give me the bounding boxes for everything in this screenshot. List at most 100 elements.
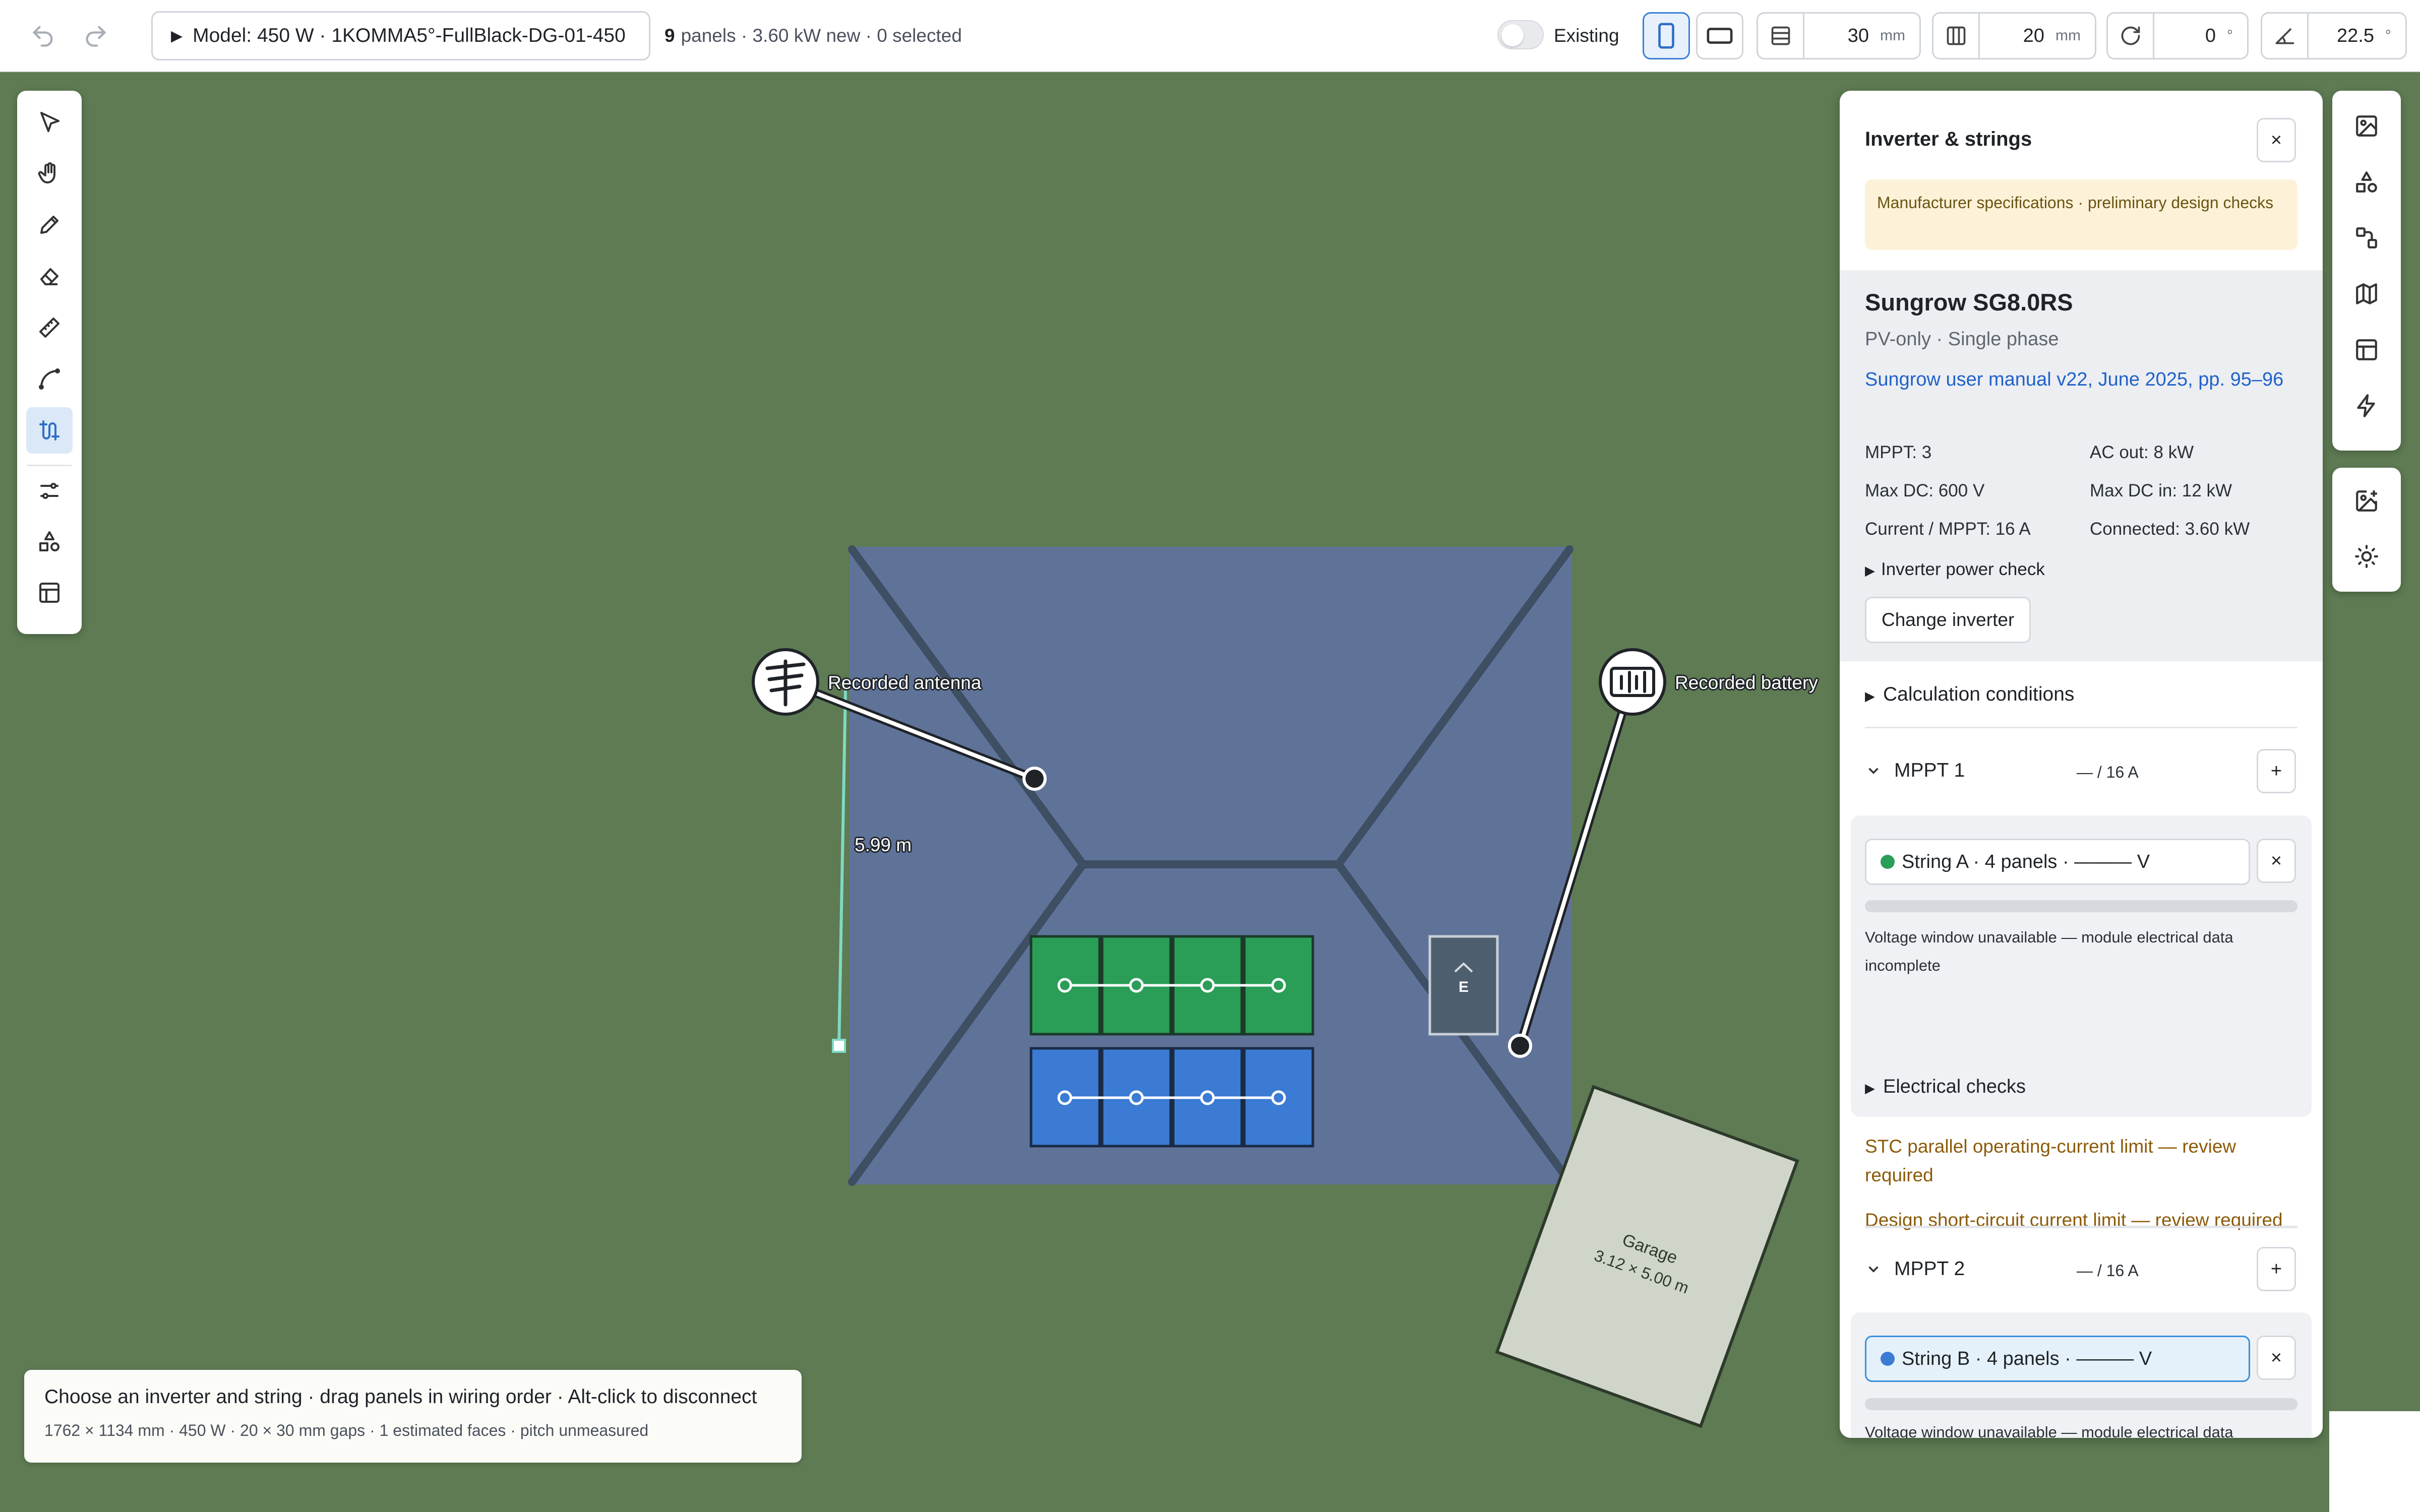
string-b-label: String B · 4 panels · ——— V — [1902, 1348, 2152, 1369]
inverter-power-check-toggle[interactable]: ▶ Inverter power check — [1865, 559, 2045, 580]
mppt2-header[interactable]: MPPT 2 — [1865, 1258, 1965, 1280]
right-rail-top — [2332, 91, 2401, 451]
wiring-tool-button[interactable] — [26, 407, 73, 454]
change-inverter-button[interactable]: Change inverter — [1865, 597, 2031, 643]
mppt2-current: — / 16 A — [2077, 1262, 2139, 1280]
hint-box: Choose an inverter and string · drag pan… — [24, 1370, 802, 1463]
close-panel-button[interactable]: × — [2257, 118, 2296, 162]
string-b-voltage-message: Voltage window unavailable — module elec… — [1865, 1423, 2233, 1438]
draw-tool-icon — [40, 216, 58, 234]
spec-max-dc: Max DC: 600 V — [1865, 481, 1985, 500]
eraser-tool-button[interactable] — [26, 253, 73, 299]
select-tool-button[interactable] — [26, 99, 73, 145]
inverter-manual-link[interactable]: Sungrow user manual v22, June 2025, pp. … — [1865, 365, 2298, 394]
inverter-subtitle: PV-only · Single phase — [1865, 329, 2059, 350]
battery-anchor[interactable] — [1508, 1034, 1532, 1058]
inverter-strings-panel: Inverter & strings × Manufacturer specif… — [1840, 91, 2323, 1438]
mppt1-header[interactable]: MPPT 1 — [1865, 760, 1965, 782]
caret-right-icon: ▶ — [1865, 563, 1875, 578]
sun-icon — [2355, 545, 2378, 568]
string-b-row[interactable]: String B · 4 panels · ——— V — [1865, 1336, 2250, 1382]
connections-button[interactable] — [2343, 215, 2390, 261]
spec-warning: Manufacturer specifications · preliminar… — [1865, 179, 2297, 250]
pan-tool-icon — [38, 162, 55, 184]
measure-tool-icon — [39, 318, 59, 338]
electrical-button[interactable] — [2343, 383, 2390, 429]
distance-label: 5.99 m — [855, 835, 912, 855]
spec-connected: Connected: 3.60 kW — [2090, 519, 2250, 539]
short-circuit-limit-warning: Design short-circuit current limit — rev… — [1865, 1210, 2283, 1230]
electrical-checks-toggle[interactable]: ▶ Electrical checks — [1865, 1076, 2026, 1098]
mppt2-divider — [1865, 1227, 2297, 1228]
string-b-remove-button[interactable]: × — [2257, 1336, 2296, 1380]
shapes-layer-button[interactable] — [2343, 159, 2390, 205]
wire-node — [1129, 1090, 1144, 1105]
electrical-checks-label: Electrical checks — [1883, 1076, 2026, 1097]
toolbar-divider — [27, 465, 72, 466]
wire-node — [1057, 1090, 1072, 1105]
string-a-voltage-message: Voltage window unavailable — module elec… — [1865, 928, 2233, 974]
layout-icon — [39, 583, 59, 603]
mppt1-add-string-button[interactable]: + — [2257, 749, 2296, 793]
calculation-conditions-label: Calculation conditions — [1883, 683, 2075, 705]
mppt2-add-string-button[interactable]: + — [2257, 1247, 2296, 1291]
spec-ac-out: AC out: 8 kW — [2090, 443, 2194, 462]
spec-max-dc-in: Max DC in: 12 kW — [2090, 481, 2232, 500]
hint-main-text: Choose an inverter and string · drag pan… — [44, 1386, 757, 1408]
sun-settings-button[interactable] — [2343, 533, 2390, 580]
calculation-conditions-toggle[interactable]: ▶ Calculation conditions — [1865, 683, 2074, 706]
stc-current-limit-warning: STC parallel operating-current limit — r… — [1865, 1136, 2236, 1185]
shapes-tool-button[interactable] — [26, 518, 73, 564]
layout-panel-button[interactable] — [2343, 327, 2390, 373]
adjust-tool-button[interactable] — [26, 468, 73, 514]
pan-tool-button[interactable] — [26, 150, 73, 197]
layout-tool-button[interactable] — [26, 570, 73, 616]
hint-sub-text: 1762 × 1134 mm · 450 W · 20 × 30 mm gaps… — [44, 1421, 649, 1439]
select-tool-icon — [40, 112, 59, 132]
corner-area — [2329, 1411, 2420, 1512]
string-b-voltage-bar — [1865, 1398, 2297, 1410]
measurement-line[interactable] — [837, 690, 847, 1046]
wire-node — [1129, 978, 1144, 993]
string-a-remove-button[interactable]: × — [2257, 839, 2296, 883]
right-rail-bottom — [2332, 468, 2401, 592]
wire-node — [1200, 1090, 1215, 1105]
image-icon — [2356, 115, 2377, 137]
battery-label: Recorded battery — [1675, 672, 1818, 693]
measure-tool-button[interactable] — [26, 304, 73, 351]
shapes-icon — [2356, 171, 2377, 193]
chevron-down-icon — [1868, 768, 1879, 774]
wire-node — [1271, 1090, 1286, 1105]
caret-right-icon: ▶ — [1865, 688, 1875, 704]
wiring-tool-icon — [39, 420, 59, 440]
spec-mppt: MPPT: 3 — [1865, 443, 1932, 462]
draw-tool-button[interactable] — [26, 202, 73, 248]
connections-icon — [2356, 227, 2377, 248]
add-image-button[interactable] — [2343, 478, 2390, 524]
map-button[interactable] — [2343, 271, 2390, 317]
measurement-handle[interactable] — [832, 1039, 846, 1053]
mppt2-title: MPPT 2 — [1894, 1258, 1965, 1280]
bolt-icon — [2357, 394, 2375, 417]
string-a-label: String A · 4 panels · ——— V — [1902, 851, 2150, 872]
mppt1-title: MPPT 1 — [1894, 760, 1965, 781]
arc-tool-button[interactable] — [26, 356, 73, 402]
image-layer-button[interactable] — [2343, 103, 2390, 149]
eraser-tool-icon — [40, 268, 58, 285]
inverter-power-check-label: Inverter power check — [1881, 559, 2045, 579]
string-a-panels[interactable] — [1030, 935, 1314, 1036]
settings-sliders-icon — [40, 483, 58, 499]
antenna-anchor[interactable] — [1022, 767, 1047, 791]
add-image-icon — [2356, 490, 2377, 512]
string-a-row[interactable]: String A · 4 panels · ——— V — [1865, 839, 2250, 885]
antenna-label: Recorded antenna — [828, 672, 982, 693]
section-divider — [1865, 727, 2297, 728]
string-b-panels[interactable] — [1030, 1047, 1314, 1148]
meter-label: E — [1459, 979, 1469, 995]
string-b-color-dot — [1881, 1352, 1895, 1366]
layout-icon — [2356, 339, 2377, 360]
arc-tool-icon — [39, 368, 60, 390]
mppt1-current: — / 16 A — [2077, 763, 2139, 781]
wire-node — [1057, 978, 1072, 993]
string-a-voltage-bar — [1865, 900, 2297, 912]
